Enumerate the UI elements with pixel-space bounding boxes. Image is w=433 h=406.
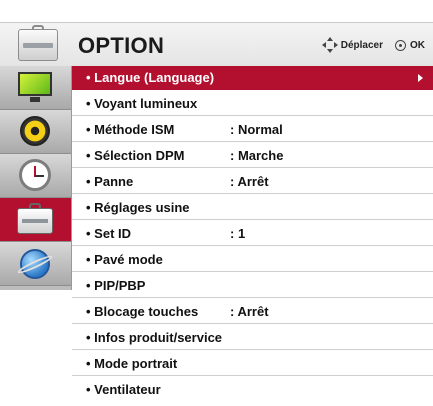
menu-item-label: • Pavé mode	[86, 252, 163, 267]
menu-item-language[interactable]: • Langue (Language)	[72, 66, 433, 90]
menu-item-value: : Arrêt	[230, 304, 269, 319]
menu-item-value: : Marche	[230, 148, 284, 163]
menu-item-label: • Infos produit/service	[86, 330, 223, 345]
menu-item-label: • Voyant lumineux	[86, 96, 198, 111]
menu-item-label: • Réglages usine	[86, 200, 190, 215]
menu-item-label: • Sélection DPM	[86, 148, 185, 163]
menu-header: OPTION Déplacer OK	[0, 22, 433, 68]
menu-item-label: • Langue (Language)	[86, 70, 215, 85]
menu-item-value: : Normal	[230, 122, 283, 137]
ok-hint-label: OK	[410, 39, 425, 51]
ok-button-icon	[395, 39, 406, 51]
category-sidebar	[0, 66, 72, 290]
menu-item-fail-over[interactable]: • Panne : Arrêt	[72, 170, 433, 194]
monitor-icon	[18, 72, 52, 102]
four-way-arrows-icon	[321, 37, 338, 53]
menu-item-set-id[interactable]: • Set ID : 1	[72, 222, 433, 246]
move-hint-label: Déplacer	[340, 39, 383, 51]
speaker-icon	[20, 116, 50, 146]
menu-item-value: : 1	[230, 226, 246, 241]
option-menu-list: • Langue (Language) • Voyant lumineux • …	[72, 66, 433, 406]
menu-item-label: • Mode portrait	[86, 356, 178, 371]
menu-item-key-lock[interactable]: • Blocage touches : Arrêt	[72, 300, 433, 324]
sidebar-item-picture[interactable]	[0, 66, 71, 110]
globe-icon	[20, 249, 50, 279]
menu-item-fan[interactable]: • Ventilateur	[72, 378, 433, 402]
sidebar-item-network[interactable]	[0, 242, 71, 286]
menu-item-pip-pbp[interactable]: • PIP/PBP	[72, 274, 433, 298]
page-title: OPTION	[78, 33, 165, 58]
menu-item-label: • PIP/PBP	[86, 278, 146, 293]
sidebar-item-option[interactable]	[0, 198, 71, 242]
menu-item-tile-mode[interactable]: • Pavé mode	[72, 248, 433, 272]
menu-item-portrait-mode[interactable]: • Mode portrait	[72, 352, 433, 376]
navigation-hint: Déplacer OK	[321, 37, 425, 53]
option-menu-screen: OPTION Déplacer OK • Langue (Language) •…	[0, 0, 433, 406]
toolbox-icon	[17, 203, 53, 234]
menu-item-value: : Arrêt	[230, 174, 269, 189]
menu-item-product-info[interactable]: • Infos produit/service	[72, 326, 433, 350]
menu-item-label: • Ventilateur	[86, 382, 161, 397]
menu-item-label: • Set ID	[86, 226, 132, 241]
toolbox-icon	[18, 25, 58, 61]
menu-item-dpm-select[interactable]: • Sélection DPM : Marche	[72, 144, 433, 168]
sidebar-item-sound[interactable]	[0, 110, 71, 154]
sidebar-item-time[interactable]	[0, 154, 71, 198]
clock-icon	[19, 159, 51, 191]
menu-item-power-indicator[interactable]: • Voyant lumineux	[72, 92, 433, 116]
chevron-right-icon	[418, 74, 423, 82]
menu-item-label: • Méthode ISM	[86, 122, 175, 137]
menu-item-factory-reset[interactable]: • Réglages usine	[72, 196, 433, 220]
menu-item-label: • Blocage touches	[86, 304, 199, 319]
menu-item-ism-method[interactable]: • Méthode ISM : Normal	[72, 118, 433, 142]
menu-item-label: • Panne	[86, 174, 134, 189]
